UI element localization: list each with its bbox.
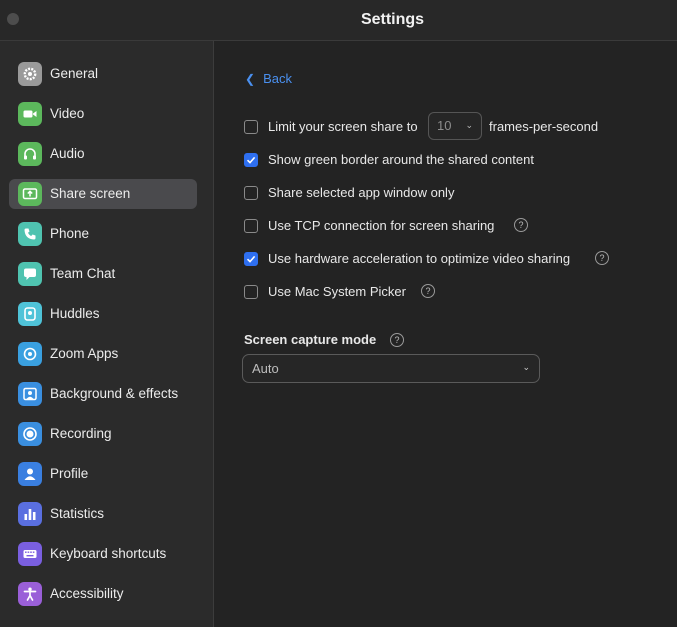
settings-panel: ❮ Back Limit your screen share to 10 ⌄ fr… — [214, 41, 677, 627]
help-icon[interactable]: ? — [421, 284, 435, 298]
back-link[interactable]: ❮ Back — [245, 69, 292, 89]
mac-system-picker-checkbox[interactable] — [244, 285, 258, 299]
sidebar-item-profile[interactable]: Profile — [9, 459, 197, 489]
sidebar-item-zoom-apps[interactable]: Zoom Apps — [9, 339, 197, 369]
window-title: Settings — [360, 11, 425, 28]
background-portrait-icon — [18, 382, 42, 406]
sidebar-item-statistics[interactable]: Statistics — [9, 499, 197, 529]
chevron-down-icon: ⌄ — [465, 120, 473, 130]
sidebar-item-label: Keyboard shortcuts — [50, 546, 167, 561]
sidebar-item-label: Accessibility — [50, 586, 124, 601]
sidebar-item-label: Profile — [50, 466, 89, 481]
option-share-app-window: Share selected app window only — [244, 183, 644, 203]
sidebar-item-background-effects[interactable]: Background & effects — [9, 379, 197, 409]
sidebar-item-label: Zoom Apps — [50, 346, 119, 361]
section-title: Screen capture mode ? — [244, 330, 404, 350]
fps-suffix: frames-per-second — [489, 119, 599, 134]
option-hardware-acceleration: Use hardware acceleration to optimize vi… — [244, 249, 644, 269]
option-label: Show green border around the shared cont… — [268, 152, 534, 167]
sidebar-item-huddles[interactable]: Huddles — [9, 299, 197, 329]
help-icon[interactable]: ? — [595, 251, 609, 265]
keyboard-icon — [18, 542, 42, 566]
share-app-window-checkbox[interactable] — [244, 186, 258, 200]
sidebar-item-label: Video — [50, 106, 85, 121]
title-bar: Settings — [0, 0, 677, 41]
option-mac-system-picker: Use Mac System Picker ? — [244, 282, 644, 302]
sidebar-item-label: Statistics — [50, 506, 105, 521]
option-limit-fps: Limit your screen share to 10 ⌄ frames-p… — [244, 112, 644, 140]
sidebar-item-label: Background & effects — [50, 386, 179, 401]
sidebar-item-label: Phone — [50, 226, 90, 241]
checkmark-icon — [246, 255, 256, 263]
person-icon — [18, 462, 42, 486]
sidebar-item-audio[interactable]: Audio — [9, 139, 197, 169]
option-label: Share selected app window only — [268, 185, 455, 200]
bar-chart-icon — [18, 502, 42, 526]
tcp-connection-checkbox[interactable] — [244, 219, 258, 233]
chat-bubble-icon — [18, 262, 42, 286]
gear-icon — [18, 62, 42, 86]
sidebar-item-keyboard-shortcuts[interactable]: Keyboard shortcuts — [9, 539, 197, 569]
accessibility-icon — [18, 582, 42, 606]
hardware-acceleration-checkbox[interactable] — [244, 252, 258, 266]
chevron-down-icon: ⌄ — [522, 362, 530, 372]
record-icon — [18, 422, 42, 446]
back-label: Back — [263, 71, 292, 86]
sidebar: General Video Audio Share screen Phone T… — [0, 41, 214, 627]
sidebar-item-label: Share screen — [50, 186, 131, 201]
phone-icon — [18, 222, 42, 246]
sidebar-item-label: Recording — [50, 426, 112, 441]
fps-value: 10 — [437, 118, 452, 133]
sidebar-item-recording[interactable]: Recording — [9, 419, 197, 449]
checkmark-icon — [246, 156, 256, 164]
capture-mode-value: Auto — [252, 361, 279, 376]
video-camera-icon — [18, 102, 42, 126]
option-label: Limit your screen share to — [268, 119, 418, 134]
chevron-left-icon: ❮ — [245, 72, 256, 86]
huddles-icon — [18, 302, 42, 326]
apps-icon — [18, 342, 42, 366]
green-border-checkbox[interactable] — [244, 153, 258, 167]
sidebar-item-phone[interactable]: Phone — [9, 219, 197, 249]
headphones-icon — [18, 142, 42, 166]
option-tcp-connection: Use TCP connection for screen sharing ? — [244, 216, 644, 236]
sidebar-item-label: Team Chat — [50, 266, 116, 281]
fps-select[interactable]: 10 ⌄ — [428, 112, 482, 140]
sidebar-item-label: Audio — [50, 146, 85, 161]
help-icon[interactable]: ? — [390, 333, 404, 347]
sidebar-item-video[interactable]: Video — [9, 99, 197, 129]
sidebar-item-general[interactable]: General — [9, 59, 197, 89]
sidebar-item-label: General — [50, 66, 99, 81]
sidebar-item-label: Huddles — [50, 306, 100, 321]
sidebar-item-team-chat[interactable]: Team Chat — [9, 259, 197, 289]
option-label: Use hardware acceleration to optimize vi… — [268, 251, 571, 266]
share-screen-icon — [18, 182, 42, 206]
capture-mode-title: Screen capture mode — [244, 332, 377, 347]
sidebar-item-accessibility[interactable]: Accessibility — [9, 579, 197, 609]
option-label: Use TCP connection for screen sharing — [268, 218, 495, 233]
capture-mode-select[interactable]: Auto ⌄ — [242, 354, 540, 383]
help-icon[interactable]: ? — [514, 218, 528, 232]
option-label: Use Mac System Picker — [268, 284, 406, 299]
option-green-border: Show green border around the shared cont… — [244, 150, 644, 170]
limit-fps-checkbox[interactable] — [244, 120, 258, 134]
sidebar-item-share-screen[interactable]: Share screen — [9, 179, 197, 209]
